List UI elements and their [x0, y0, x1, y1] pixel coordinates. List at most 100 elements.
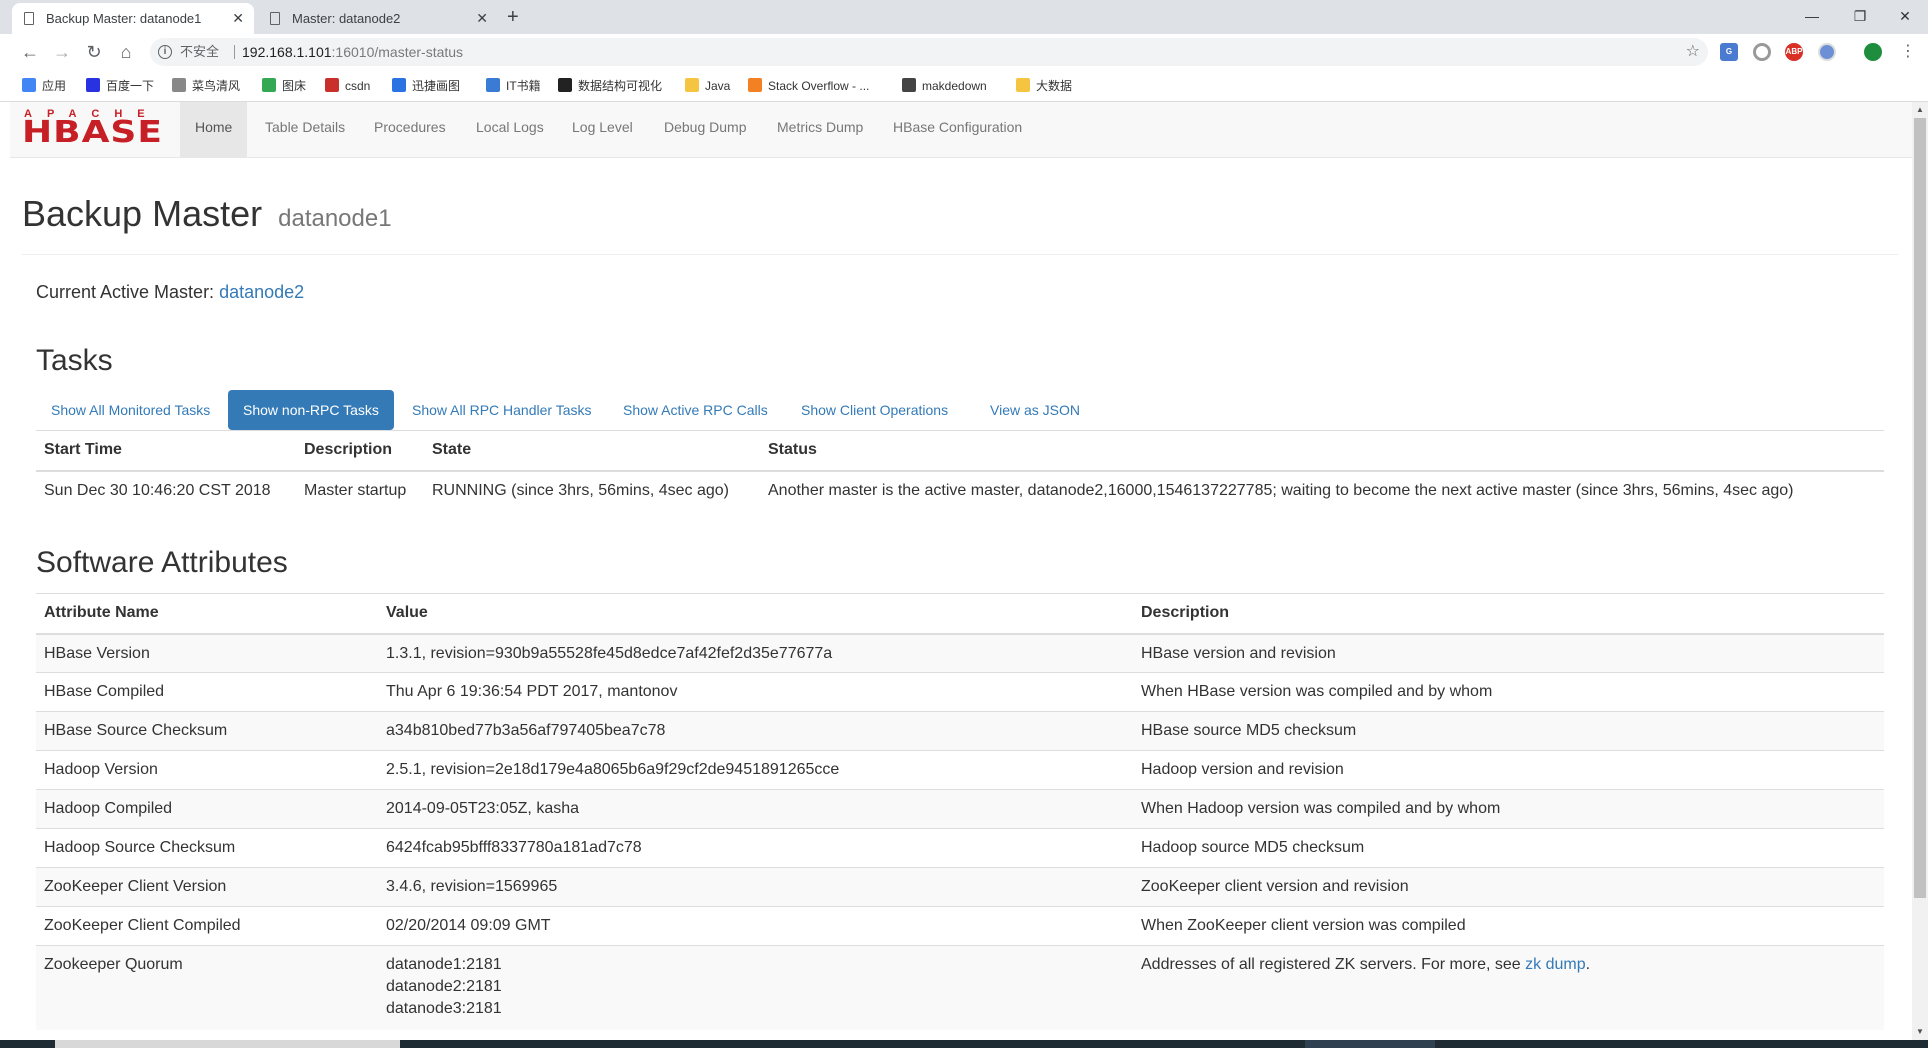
active-master-link[interactable]: datanode2: [219, 282, 304, 302]
bookmark-item[interactable]: 百度一下: [86, 70, 154, 102]
back-icon[interactable]: ←: [18, 40, 42, 64]
scroll-up-icon[interactable]: ▲: [1915, 105, 1925, 115]
column-header: Description: [296, 430, 424, 472]
scrollbar[interactable]: ▲ ▼: [1912, 102, 1928, 1040]
bookmark-icon: [1016, 78, 1030, 92]
pill-rpc-handler-tasks[interactable]: Show All RPC Handler Tasks: [397, 390, 606, 430]
zk-dump-link[interactable]: zk dump: [1525, 956, 1585, 973]
pill-non-rpc-tasks[interactable]: Show non-RPC Tasks: [228, 390, 394, 430]
browser-tab-active[interactable]: Backup Master: datanode1 ✕: [12, 3, 254, 34]
scroll-down-icon[interactable]: ▼: [1915, 1027, 1925, 1037]
close-icon[interactable]: ✕: [232, 3, 244, 34]
bookmark-item[interactable]: Java: [685, 70, 730, 102]
bookmark-label: Java: [705, 79, 731, 93]
bookmark-label: 图床: [282, 79, 307, 93]
reload-icon[interactable]: ↻: [82, 40, 106, 64]
extension-icon[interactable]: [1818, 43, 1836, 61]
tasks-table: Start Time Description State Status Sun …: [36, 430, 1884, 510]
table-row: HBase Source Checksum a34b810bed77b3a56a…: [36, 711, 1884, 751]
bookmark-item[interactable]: 大数据: [1016, 70, 1072, 102]
pill-client-operations[interactable]: Show Client Operations: [786, 390, 963, 430]
minimize-icon[interactable]: —: [1792, 4, 1832, 28]
pill-view-as-json[interactable]: View as JSON: [975, 390, 1095, 430]
table-row: ZooKeeper Client Version 3.4.6, revision…: [36, 867, 1884, 907]
bookmark-icon: [748, 78, 762, 92]
page-subtitle: datanode1: [278, 205, 392, 232]
bookmark-item[interactable]: makdedown: [902, 70, 987, 102]
quorum-server: datanode1:2181: [386, 956, 502, 973]
page-icon: [24, 12, 34, 25]
software-attributes-heading: Software Attributes: [36, 546, 288, 579]
nav-hbase-configuration[interactable]: HBase Configuration: [878, 102, 1037, 158]
bookmark-item[interactable]: 数据结构可视化: [558, 70, 662, 102]
bookmark-label: IT书籍: [506, 79, 541, 93]
table-row: Hadoop Source Checksum 6424fcab95bfff833…: [36, 828, 1884, 868]
adblock-icon[interactable]: ABP: [1785, 43, 1803, 61]
tab-title: Master: datanode2: [292, 11, 401, 26]
nav-local-logs[interactable]: Local Logs: [461, 102, 559, 158]
translate-icon[interactable]: G: [1720, 43, 1738, 61]
bookmark-icon: [86, 78, 100, 92]
bookmark-icon: [558, 78, 572, 92]
info-icon[interactable]: i: [158, 45, 172, 59]
pill-active-rpc-calls[interactable]: Show Active RPC Calls: [608, 390, 783, 430]
bookmarks-bar: 应用 百度一下 菜鸟清风 图床 csdn 迅捷画图 IT书籍 数据结构可视化 Java Stack…: [0, 70, 1928, 102]
bookmark-item[interactable]: 迅捷画图: [392, 70, 460, 102]
page-header: Backup Master datanode1: [22, 190, 1898, 255]
menu-icon[interactable]: ⋮: [1896, 40, 1920, 64]
table-row: HBase Version 1.3.1, revision=930b9a5552…: [36, 633, 1884, 673]
bookmark-icon: [262, 78, 276, 92]
bookmark-label: 数据结构可视化: [578, 79, 663, 93]
url-text: 192.168.1.101:16010/master-status: [242, 44, 464, 60]
browser-toolbar: ← → ↻ ⌂ i 不安全 192.168.1.101:16010/master…: [0, 34, 1928, 70]
bookmark-item[interactable]: Stack Overflow - ...: [748, 70, 869, 102]
bookmark-icon: [486, 78, 500, 92]
bookmark-item[interactable]: csdn: [325, 70, 370, 102]
forward-icon[interactable]: →: [50, 40, 74, 64]
nav-home[interactable]: Home: [180, 102, 248, 158]
bookmark-label: 迅捷画图: [412, 79, 461, 93]
tab-title: Backup Master: datanode1: [46, 11, 202, 26]
table-row: ZooKeeper Client Compiled 02/20/2014 09:…: [36, 906, 1884, 946]
bookmark-item[interactable]: 图床: [262, 70, 306, 102]
bookmark-icon: [325, 78, 339, 92]
os-taskbar: [0, 1040, 1928, 1048]
bookmark-item[interactable]: 应用: [22, 70, 66, 102]
scrollbar-thumb[interactable]: [1914, 118, 1926, 898]
table-row: HBase Compiled Thu Apr 6 19:36:54 PDT 20…: [36, 672, 1884, 712]
close-window-icon[interactable]: ✕: [1885, 4, 1925, 28]
nav-log-level[interactable]: Log Level: [557, 102, 648, 158]
bookmark-item[interactable]: 菜鸟清风: [172, 70, 240, 102]
bookmark-icon: [685, 78, 699, 92]
browser-tab[interactable]: Master: datanode2 ✕: [258, 3, 498, 34]
nav-table-details[interactable]: Table Details: [250, 102, 360, 158]
extension-icon[interactable]: [1753, 43, 1771, 61]
new-tab-icon[interactable]: +: [507, 3, 519, 31]
table-row: Hadoop Version 2.5.1, revision=2e18d179e…: [36, 750, 1884, 790]
avatar[interactable]: [1864, 43, 1882, 61]
restore-icon[interactable]: ❐: [1840, 4, 1880, 28]
address-bar[interactable]: i 不安全 192.168.1.101:16010/master-status …: [150, 38, 1708, 66]
column-header: Value: [378, 593, 1133, 635]
bookmark-label: Stack Overflow - ...: [768, 79, 870, 93]
bookmark-star-icon[interactable]: ☆: [1686, 38, 1700, 66]
bookmark-icon: [392, 78, 406, 92]
tasks-heading: Tasks: [36, 344, 113, 377]
pill-all-monitored-tasks[interactable]: Show All Monitored Tasks: [36, 390, 225, 430]
bookmark-label: 百度一下: [106, 79, 155, 93]
table-row: Hadoop Compiled 2014-09-05T23:05Z, kasha…: [36, 789, 1884, 829]
insecure-label: 不安全: [180, 44, 220, 59]
column-header: State: [424, 430, 760, 472]
close-icon[interactable]: ✕: [476, 3, 488, 34]
nav-procedures[interactable]: Procedures: [359, 102, 461, 158]
bookmark-item[interactable]: IT书籍: [486, 70, 541, 102]
nav-debug-dump[interactable]: Debug Dump: [649, 102, 762, 158]
nav-metrics-dump[interactable]: Metrics Dump: [762, 102, 878, 158]
column-header: Start Time: [36, 430, 296, 472]
hbase-logo[interactable]: APACHE HBASE: [22, 108, 162, 148]
page-icon: [270, 12, 280, 25]
column-header: Description: [1133, 593, 1884, 635]
browser-tabstrip: Backup Master: datanode1 ✕ Master: datan…: [0, 0, 1928, 34]
page-title: Backup Master datanode1: [22, 193, 392, 234]
home-icon[interactable]: ⌂: [114, 40, 138, 64]
